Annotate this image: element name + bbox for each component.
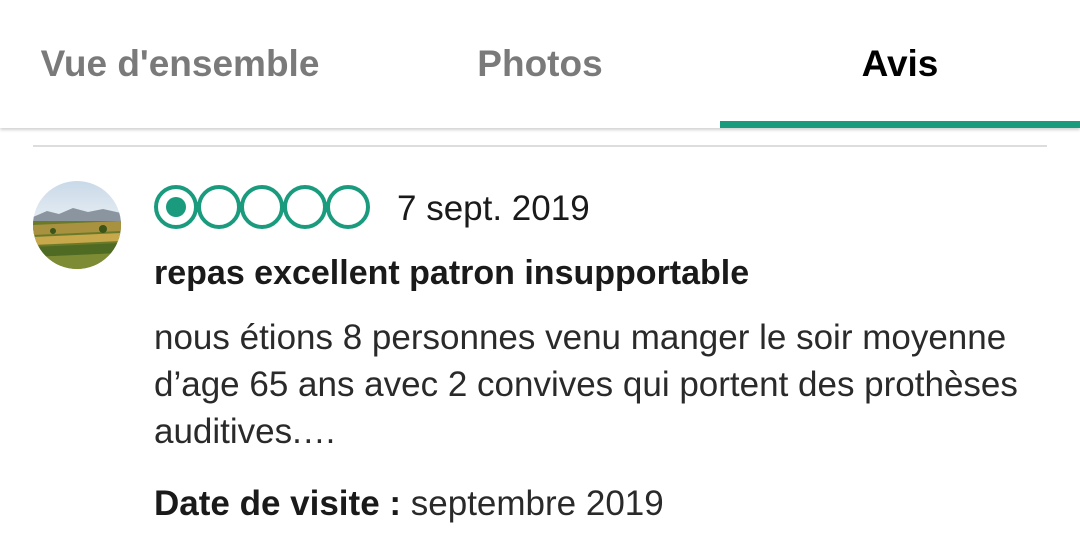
rating-bubble-empty-icon	[197, 185, 241, 229]
review-text[interactable]: nous étions 8 personnes venu manger le s…	[154, 314, 1054, 455]
active-tab-indicator	[720, 121, 1080, 128]
rating-bubble-filled-icon	[154, 185, 198, 229]
rating-bubble-empty-icon	[283, 185, 327, 229]
review-date: 7 sept. 2019	[397, 189, 590, 228]
divider	[33, 145, 1047, 147]
tab-overview-label: Vue d'ensemble	[40, 43, 320, 84]
tab-photos[interactable]: Photos	[360, 0, 720, 128]
avatar[interactable]	[33, 181, 121, 269]
tab-bar: Vue d'ensemble Photos Avis	[0, 0, 1080, 128]
tab-overview[interactable]: Vue d'ensemble	[0, 0, 360, 128]
tab-reviews[interactable]: Avis	[720, 0, 1080, 128]
visit-date: Date de visite : septembre 2019	[154, 482, 664, 526]
bubble-rating	[154, 185, 370, 229]
landscape-avatar-icon	[33, 181, 121, 269]
rating-bubble-empty-icon	[326, 185, 370, 229]
visit-date-label: Date de visite :	[154, 484, 402, 523]
review-title[interactable]: repas excellent patron insupportable	[154, 252, 749, 294]
tab-reviews-label: Avis	[861, 43, 939, 84]
rating-bubble-empty-icon	[240, 185, 284, 229]
tab-photos-label: Photos	[477, 43, 603, 84]
visit-date-value: septembre 2019	[410, 484, 664, 523]
